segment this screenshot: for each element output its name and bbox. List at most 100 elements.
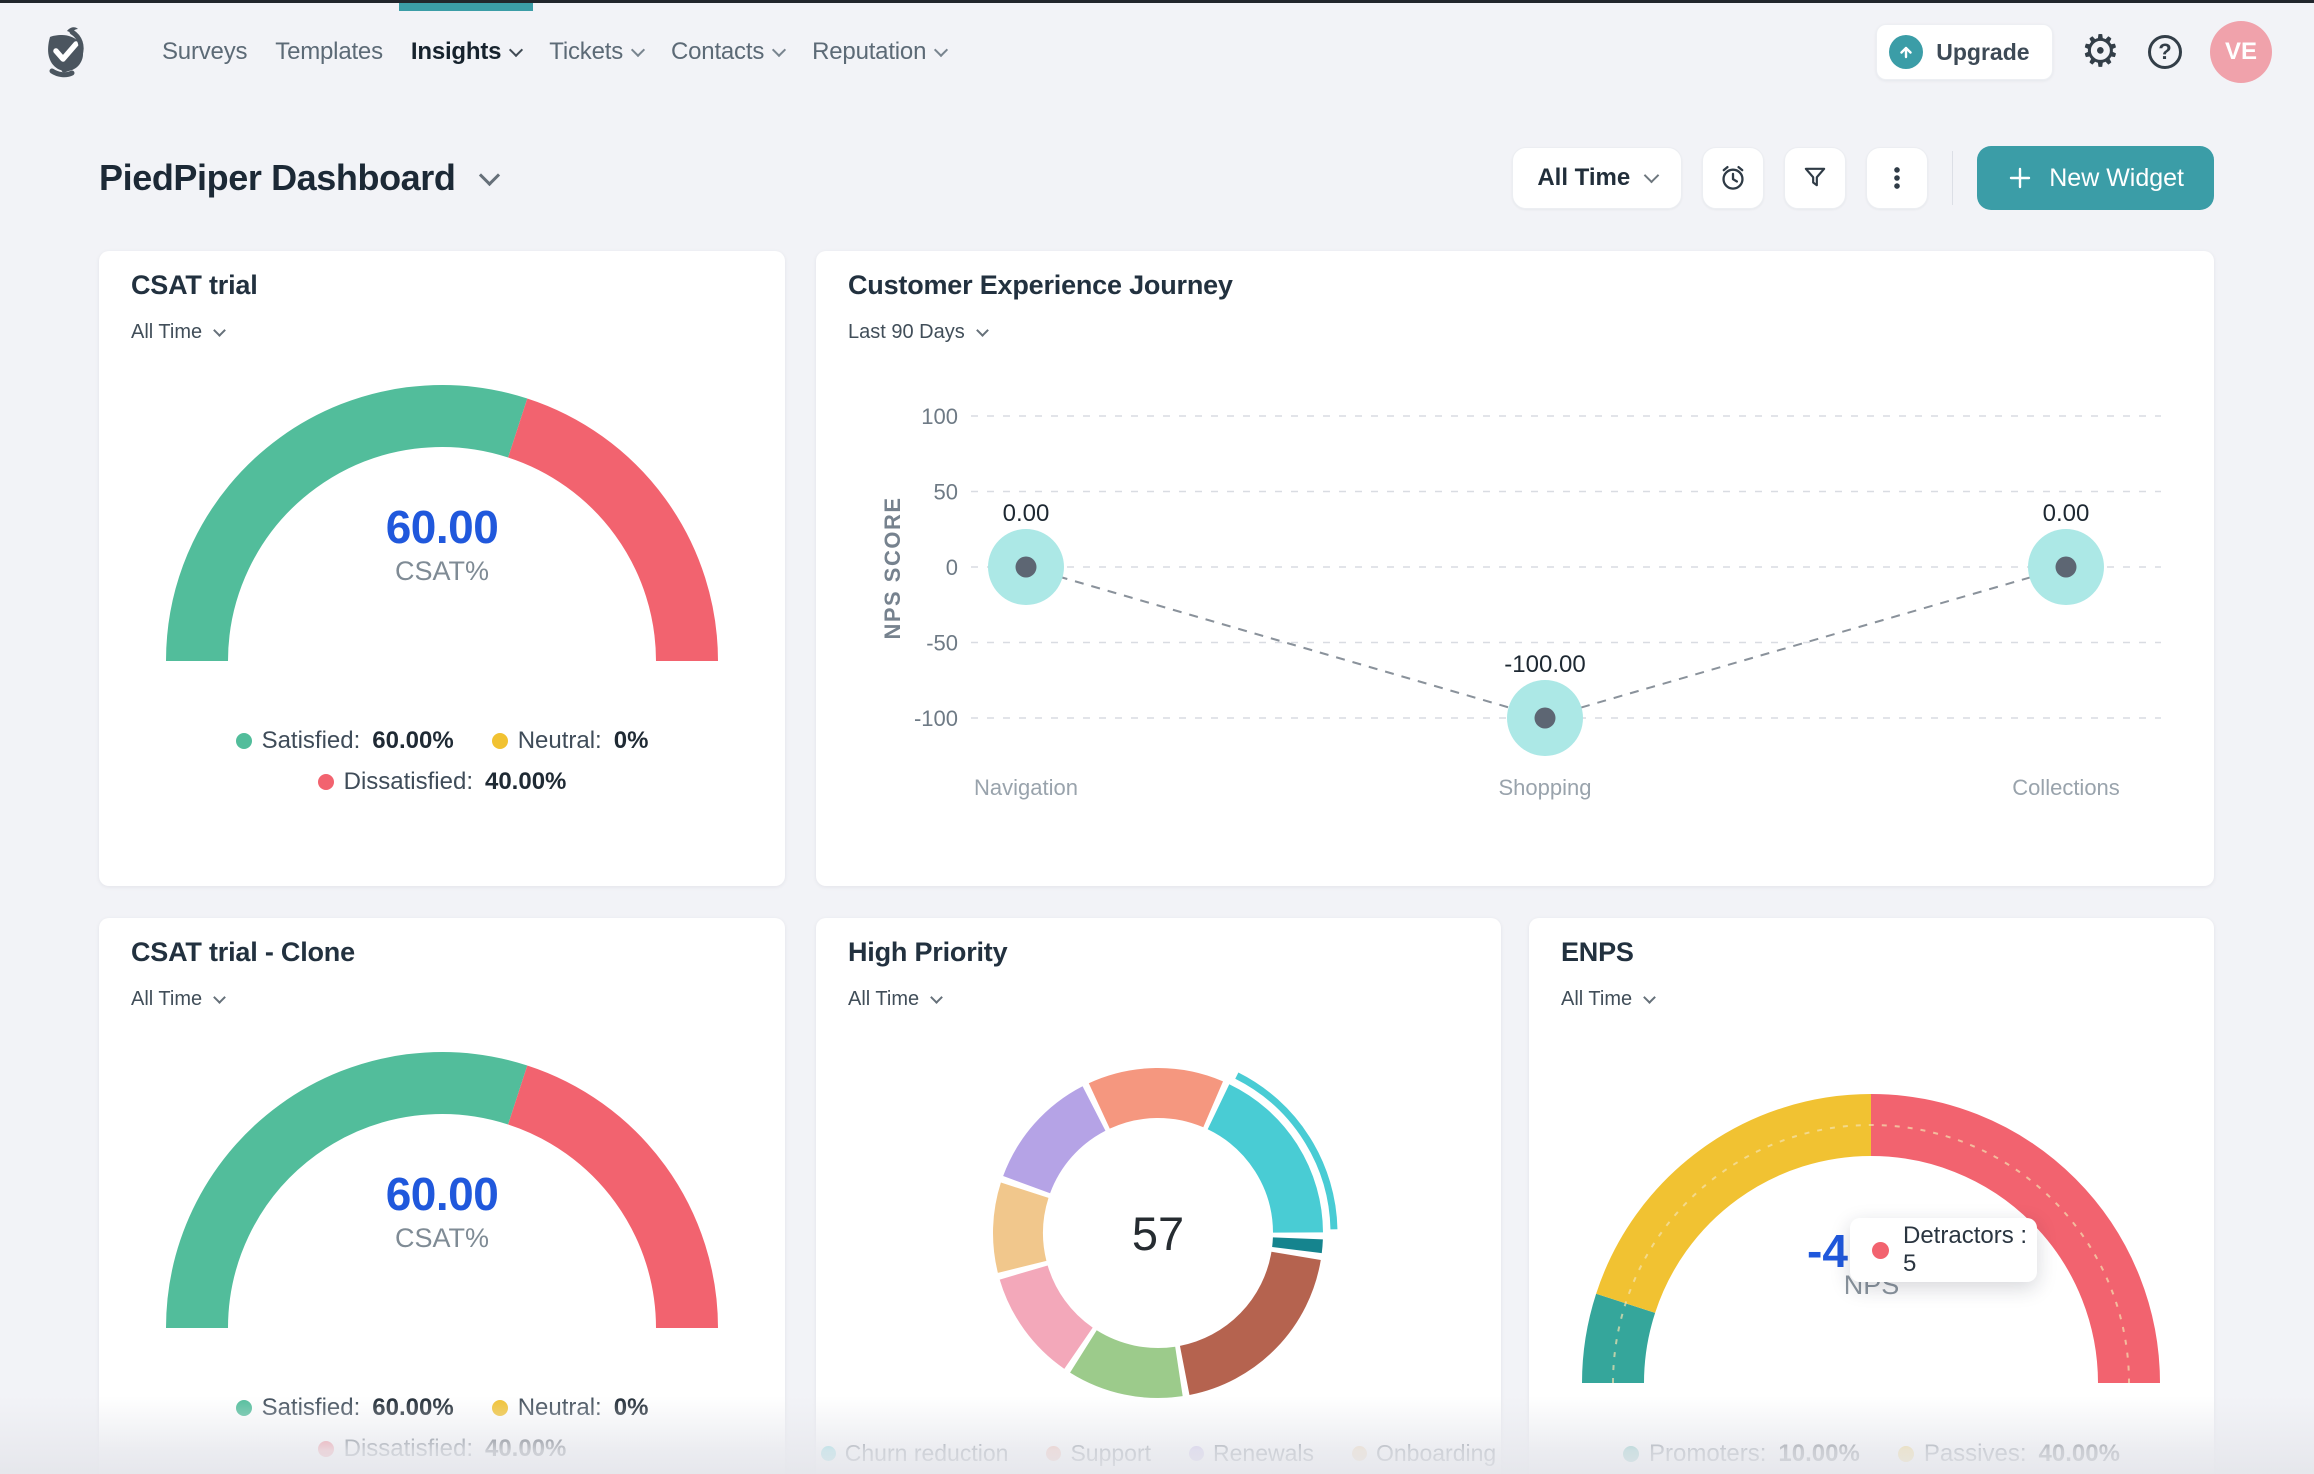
widget-cx-journey: Customer Experience Journey Last 90 Days… — [816, 251, 2214, 886]
filter-button[interactable] — [1784, 147, 1846, 209]
dashboard-page: Surveys Templates Insights Tickets Contacts R… — [0, 0, 2314, 1474]
more-options-button[interactable] — [1866, 147, 1928, 209]
plus-icon — [2007, 165, 2033, 191]
svg-text:0: 0 — [946, 555, 958, 580]
legend-item: Neutral:0% — [492, 1394, 649, 1422]
widget-legend: Satisfied:60.00% Neutral:0% Dissatisfied:4… — [99, 1394, 785, 1463]
legend-dot — [492, 1400, 508, 1416]
gauge-value-block: 60.00 CSAT% — [99, 501, 785, 589]
upgrade-arrow-icon — [1889, 35, 1923, 69]
chevron-down-icon — [509, 42, 523, 56]
new-widget-button[interactable]: New Widget — [1977, 146, 2214, 210]
gauge-value-label: CSAT% — [99, 553, 785, 589]
legend-item: Support — [1046, 1440, 1151, 1467]
widget-title: CSAT trial — [131, 269, 258, 301]
legend-item: Churn reduction — [821, 1440, 1009, 1467]
enps-tooltip: Detractors : 5 — [1850, 1218, 2037, 1282]
legend-dot — [318, 774, 334, 790]
legend-dot — [1189, 1446, 1204, 1461]
gear-icon: ⚙ — [2081, 30, 2120, 74]
chevron-down-icon — [213, 324, 226, 337]
chevron-down-icon — [976, 324, 989, 337]
legend-dot — [1352, 1446, 1367, 1461]
nav-item-label: Reputation — [812, 38, 926, 66]
chevron-down-icon — [478, 165, 499, 186]
legend-item: Renewals — [1189, 1440, 1314, 1467]
svg-text:-100.00: -100.00 — [1504, 651, 1585, 678]
svg-text:Shopping: Shopping — [1499, 775, 1592, 800]
widget-time-filter[interactable]: All Time — [848, 984, 941, 1014]
kebab-menu-icon — [1883, 164, 1911, 192]
svg-text:50: 50 — [934, 480, 958, 505]
svg-text:0.00: 0.00 — [2043, 500, 2090, 527]
nav-item-label: Tickets — [549, 38, 623, 66]
nav-item-label: Insights — [411, 38, 501, 66]
surveysparrow-logo[interactable] — [36, 23, 94, 81]
svg-text:-100: -100 — [914, 706, 958, 731]
legend-item: Promoters:10.00% — [1623, 1440, 1860, 1468]
svg-text:100: 100 — [921, 404, 958, 429]
widget-high-priority: High Priority All Time 57 Churn reductio… — [816, 918, 1501, 1474]
svg-text:0.00: 0.00 — [1003, 500, 1050, 527]
legend-dot — [318, 1441, 334, 1457]
avatar[interactable]: VE — [2210, 21, 2272, 83]
nav-item-contacts[interactable]: Contacts — [657, 0, 798, 104]
page-title: PiedPiper Dashboard — [99, 157, 456, 199]
gauge-value-block: 60.00 CSAT% — [99, 1168, 785, 1256]
widget-title: CSAT trial - Clone — [131, 936, 355, 968]
bird-logo-icon — [36, 23, 94, 81]
svg-text:Collections: Collections — [2012, 775, 2120, 800]
widget-time-filter[interactable]: Last 90 Days — [848, 317, 987, 347]
legend-item: Satisfied:60.00% — [236, 1394, 454, 1422]
help-button[interactable]: ? — [2148, 35, 2182, 69]
gauge-value: 60.00 — [99, 1168, 785, 1220]
widget-time-filter[interactable]: All Time — [131, 984, 224, 1014]
legend-dot — [1623, 1446, 1639, 1462]
legend-dot — [492, 733, 508, 749]
topbar-actions: Upgrade ⚙ ? VE — [1876, 21, 2272, 83]
widget-csat-trial-clone: CSAT trial - Clone All Time 60.00 CSAT% … — [99, 918, 785, 1474]
legend-item: Dissatisfied:40.00% — [318, 1435, 567, 1463]
nav-item-label: Templates — [275, 38, 383, 66]
widget-time-filter[interactable]: All Time — [131, 317, 224, 347]
funnel-icon — [1801, 164, 1829, 192]
legend-item: Onboarding — [1352, 1440, 1496, 1467]
legend-dot — [236, 1400, 252, 1416]
svg-text:-50: -50 — [926, 631, 958, 656]
dashboard-title-dropdown[interactable]: PiedPiper Dashboard — [99, 157, 497, 199]
header-controls: All Time — [1512, 146, 2214, 210]
settings-button[interactable]: ⚙ — [2081, 30, 2120, 74]
nav-item-label: Surveys — [162, 38, 247, 66]
nav-item-tickets[interactable]: Tickets — [535, 0, 657, 104]
chevron-down-icon — [213, 991, 226, 1004]
widget-csat-trial: CSAT trial All Time 60.00 CSAT% Satisfie… — [99, 251, 785, 886]
global-time-filter[interactable]: All Time — [1512, 147, 1682, 209]
schedule-button[interactable] — [1702, 147, 1764, 209]
nav-item-reputation[interactable]: Reputation — [798, 0, 960, 104]
alarm-clock-icon — [1718, 163, 1748, 193]
nav-item-surveys[interactable]: Surveys — [148, 0, 261, 104]
widget-title: Customer Experience Journey — [848, 269, 1233, 301]
widget-legend: Satisfied:60.00%Neutral:0%Dissatisfied:4… — [99, 727, 785, 796]
svg-text:NPS SCORE: NPS SCORE — [880, 496, 905, 639]
priority-donut-chart[interactable] — [958, 1033, 1358, 1433]
page-header: PiedPiper Dashboard All Time — [99, 132, 2214, 224]
chevron-down-icon — [1643, 991, 1656, 1004]
widget-legend: Churn reduction Support Renewals Onboarding — [816, 1440, 1501, 1467]
main-nav: Surveys Templates Insights Tickets Contacts R… — [148, 0, 960, 104]
widget-time-filter[interactable]: All Time — [1561, 984, 1654, 1014]
nav-item-templates[interactable]: Templates — [261, 0, 397, 104]
journey-line-chart[interactable]: 100 50 0 -50 -100 NPS SCORE 0.00 Navigation -100… — [876, 381, 2176, 851]
enps-tooltip-dot — [1872, 1242, 1889, 1259]
upgrade-button[interactable]: Upgrade — [1876, 24, 2052, 80]
widget-legend: Promoters:10.00% Passives:40.00% — [1529, 1440, 2214, 1468]
legend-item: Passives:40.00% — [1898, 1440, 2120, 1468]
divider — [1952, 151, 1953, 205]
svg-text:Navigation: Navigation — [974, 775, 1078, 800]
nav-item-insights[interactable]: Insights — [397, 0, 535, 104]
question-mark-icon: ? — [2148, 35, 2182, 69]
nav-item-label: Contacts — [671, 38, 764, 66]
legend-dot — [1898, 1446, 1914, 1462]
legend-dot — [821, 1446, 836, 1461]
enps-tooltip-text: Detractors : 5 — [1903, 1222, 2037, 1278]
